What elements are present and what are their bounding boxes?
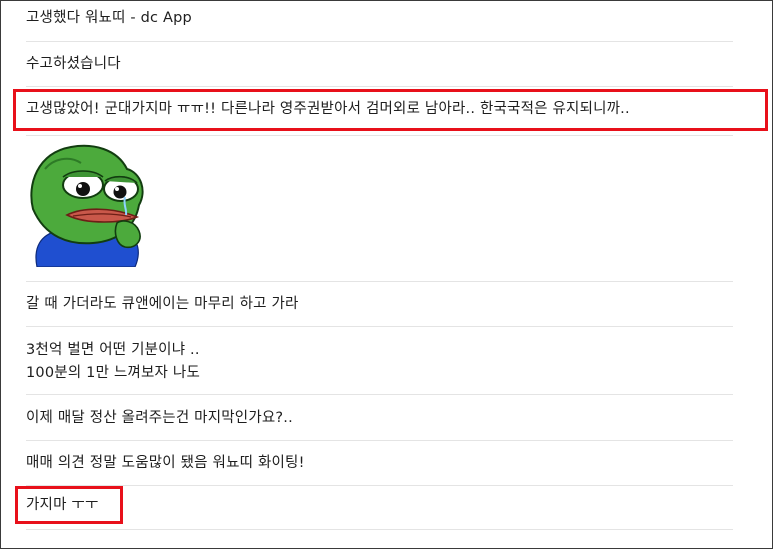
divider	[26, 86, 733, 87]
comment-7: 매매 의견 정말 도움많이 됐음 워뇨띠 화이팅!	[26, 455, 305, 471]
comment-5-line-2: 100분의 1만 느껴보자 나도	[26, 365, 200, 381]
divider	[26, 440, 733, 441]
divider	[26, 41, 733, 42]
divider	[26, 529, 733, 530]
divider	[26, 326, 733, 327]
divider	[26, 485, 733, 486]
comment-8: 가지마 ㅜㅜ	[26, 497, 99, 513]
divider	[26, 394, 733, 395]
divider	[26, 135, 733, 136]
comment-3: 고생많았어! 군대가지마 ㅠㅠ!! 다른나라 영주권받아서 검머외로 남아라..…	[26, 101, 630, 117]
comment-4: 갈 때 가더라도 큐앤에이는 마무리 하고 가라	[26, 296, 299, 312]
crying-pepe-frog-sticker	[30, 144, 144, 267]
comment-5-line-1: 3천억 벌면 어떤 기분이냐 ..	[26, 342, 200, 358]
divider	[26, 281, 733, 282]
comment-1: 고생했다 워뇨띠 - dc App	[26, 10, 192, 26]
comment-2: 수고하셨습니다	[26, 56, 121, 72]
comment-6: 이제 매달 정산 올려주는건 마지막인가요?..	[26, 410, 293, 426]
comment-list: 고생했다 워뇨띠 - dc App 수고하셨습니다 고생많았어! 군대가지마 ㅠ…	[0, 0, 773, 549]
